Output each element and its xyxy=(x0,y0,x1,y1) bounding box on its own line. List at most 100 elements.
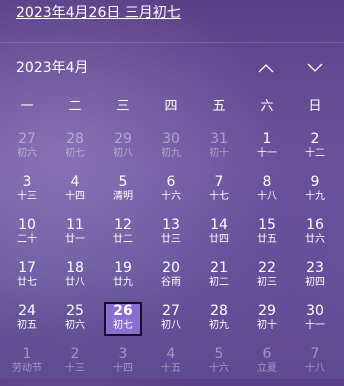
day-number: 2 xyxy=(310,131,320,147)
day-cell[interactable]: 13 廿三 xyxy=(147,214,195,257)
lunar-date: 初九 xyxy=(209,320,229,331)
day-number: 29 xyxy=(114,131,132,147)
day-cell[interactable]: 11 廿一 xyxy=(51,214,99,257)
day-number: 10 xyxy=(18,217,36,233)
lunar-date: 十四 xyxy=(113,363,133,374)
chevron-up-icon xyxy=(258,64,274,73)
day-number: 30 xyxy=(162,131,180,147)
day-cell[interactable]: 24 初五 xyxy=(3,300,51,343)
day-number: 4 xyxy=(70,174,80,190)
day-cell[interactable]: 6 十六 xyxy=(147,171,195,214)
day-cell[interactable]: 17 廿七 xyxy=(3,257,51,300)
day-number: 3 xyxy=(22,174,32,190)
day-cell[interactable]: 16 廿六 xyxy=(291,214,339,257)
day-number: 16 xyxy=(306,217,324,233)
full-date-link[interactable]: 2023年4月26日 三月初七 xyxy=(16,4,181,22)
day-cell[interactable]: 28 初七 xyxy=(51,128,99,171)
day-cell[interactable]: 4 十五 xyxy=(147,343,195,386)
day-cell[interactable]: 2 十二 xyxy=(291,128,339,171)
day-number: 27 xyxy=(162,303,180,319)
day-cell[interactable]: 7 十八 xyxy=(291,343,339,386)
day-cell[interactable]: 10 二十 xyxy=(3,214,51,257)
day-grid: 27 初六 28 初七 29 初八 30 初九 31 初十 1 十一 2 十二 3 十三 4 十四 5 清明 6 十六 7 十… xyxy=(3,128,339,386)
lunar-date: 初八 xyxy=(161,320,181,331)
lunar-date: 清明 xyxy=(113,191,133,202)
day-cell[interactable]: 3 十四 xyxy=(99,343,147,386)
day-number: 20 xyxy=(162,260,180,276)
lunar-date: 初四 xyxy=(305,277,325,288)
lunar-date: 初九 xyxy=(161,148,181,159)
day-cell[interactable]: 29 初八 xyxy=(99,128,147,171)
day-cell[interactable]: 12 廿二 xyxy=(99,214,147,257)
day-number: 5 xyxy=(214,346,224,362)
next-month-button[interactable] xyxy=(301,56,329,80)
day-cell[interactable]: 19 廿九 xyxy=(99,257,147,300)
month-title[interactable]: 2023年4月 xyxy=(16,59,89,77)
day-number: 30 xyxy=(306,303,324,319)
day-cell[interactable]: 1 劳动节 xyxy=(3,343,51,386)
day-number: 1 xyxy=(22,346,32,362)
day-cell[interactable]: 18 廿八 xyxy=(51,257,99,300)
day-cell[interactable]: 15 廿五 xyxy=(243,214,291,257)
day-cell[interactable]: 3 十三 xyxy=(3,171,51,214)
weekday-label: 五 xyxy=(212,99,226,114)
day-cell[interactable]: 6 立夏 xyxy=(243,343,291,386)
day-cell[interactable]: 23 初四 xyxy=(291,257,339,300)
day-cell[interactable]: 25 初六 xyxy=(51,300,99,343)
day-number: 25 xyxy=(66,303,84,319)
lunar-date: 十六 xyxy=(209,363,229,374)
lunar-date: 十一 xyxy=(305,320,325,331)
lunar-date: 廿四 xyxy=(209,234,229,245)
previous-month-button[interactable] xyxy=(252,56,280,80)
day-cell[interactable]: 4 十四 xyxy=(51,171,99,214)
day-cell[interactable]: 8 十八 xyxy=(243,171,291,214)
lunar-date: 廿六 xyxy=(305,234,325,245)
day-cell[interactable]: 9 十九 xyxy=(291,171,339,214)
lunar-date: 初五 xyxy=(17,320,37,331)
lunar-date: 十三 xyxy=(17,191,37,202)
day-cell[interactable]: 29 初十 xyxy=(243,300,291,343)
day-number: 31 xyxy=(210,131,228,147)
day-number: 6 xyxy=(166,174,176,190)
day-number: 21 xyxy=(210,260,228,276)
day-cell[interactable]: 5 十六 xyxy=(195,343,243,386)
lunar-date: 谷雨 xyxy=(161,277,181,288)
day-cell[interactable]: 20 谷雨 xyxy=(147,257,195,300)
day-cell[interactable]: 5 清明 xyxy=(99,171,147,214)
lunar-date: 初六 xyxy=(17,148,37,159)
lunar-date: 劳动节 xyxy=(12,363,42,374)
lunar-date: 十九 xyxy=(305,191,325,202)
day-number: 15 xyxy=(258,217,276,233)
day-number: 26 xyxy=(113,303,133,319)
day-number: 23 xyxy=(306,260,324,276)
lunar-date: 初七 xyxy=(113,320,133,331)
day-number: 7 xyxy=(214,174,224,190)
weekday-label: 日 xyxy=(308,99,322,114)
lunar-date: 廿二 xyxy=(113,234,133,245)
day-cell[interactable]: 7 十七 xyxy=(195,171,243,214)
lunar-date: 十三 xyxy=(65,363,85,374)
day-number: 18 xyxy=(66,260,84,276)
day-cell[interactable]: 2 十三 xyxy=(51,343,99,386)
day-cell[interactable]: 30 十一 xyxy=(291,300,339,343)
lunar-date: 初六 xyxy=(65,320,85,331)
day-number: 4 xyxy=(166,346,176,362)
lunar-date: 初十 xyxy=(209,148,229,159)
day-cell[interactable]: 14 廿四 xyxy=(195,214,243,257)
day-cell[interactable]: 1 十一 xyxy=(243,128,291,171)
day-cell[interactable]: 22 初三 xyxy=(243,257,291,300)
divider xyxy=(0,42,344,43)
day-number: 19 xyxy=(114,260,132,276)
calendar-flyout: 2023年4月26日 三月初七 2023年4月 一 二 三 四 五 六 日 27… xyxy=(0,0,344,379)
lunar-date: 十二 xyxy=(305,148,325,159)
day-cell[interactable]: 27 初六 xyxy=(3,128,51,171)
day-cell[interactable]: 31 初十 xyxy=(195,128,243,171)
day-cell[interactable]: 28 初九 xyxy=(195,300,243,343)
day-cell[interactable]: 30 初九 xyxy=(147,128,195,171)
day-cell[interactable]: 27 初八 xyxy=(147,300,195,343)
lunar-date: 初三 xyxy=(257,277,277,288)
day-cell-today[interactable]: 26 初七 xyxy=(99,300,147,343)
day-cell[interactable]: 21 初二 xyxy=(195,257,243,300)
weekday-label: 三 xyxy=(116,99,130,114)
lunar-date: 十七 xyxy=(209,191,229,202)
